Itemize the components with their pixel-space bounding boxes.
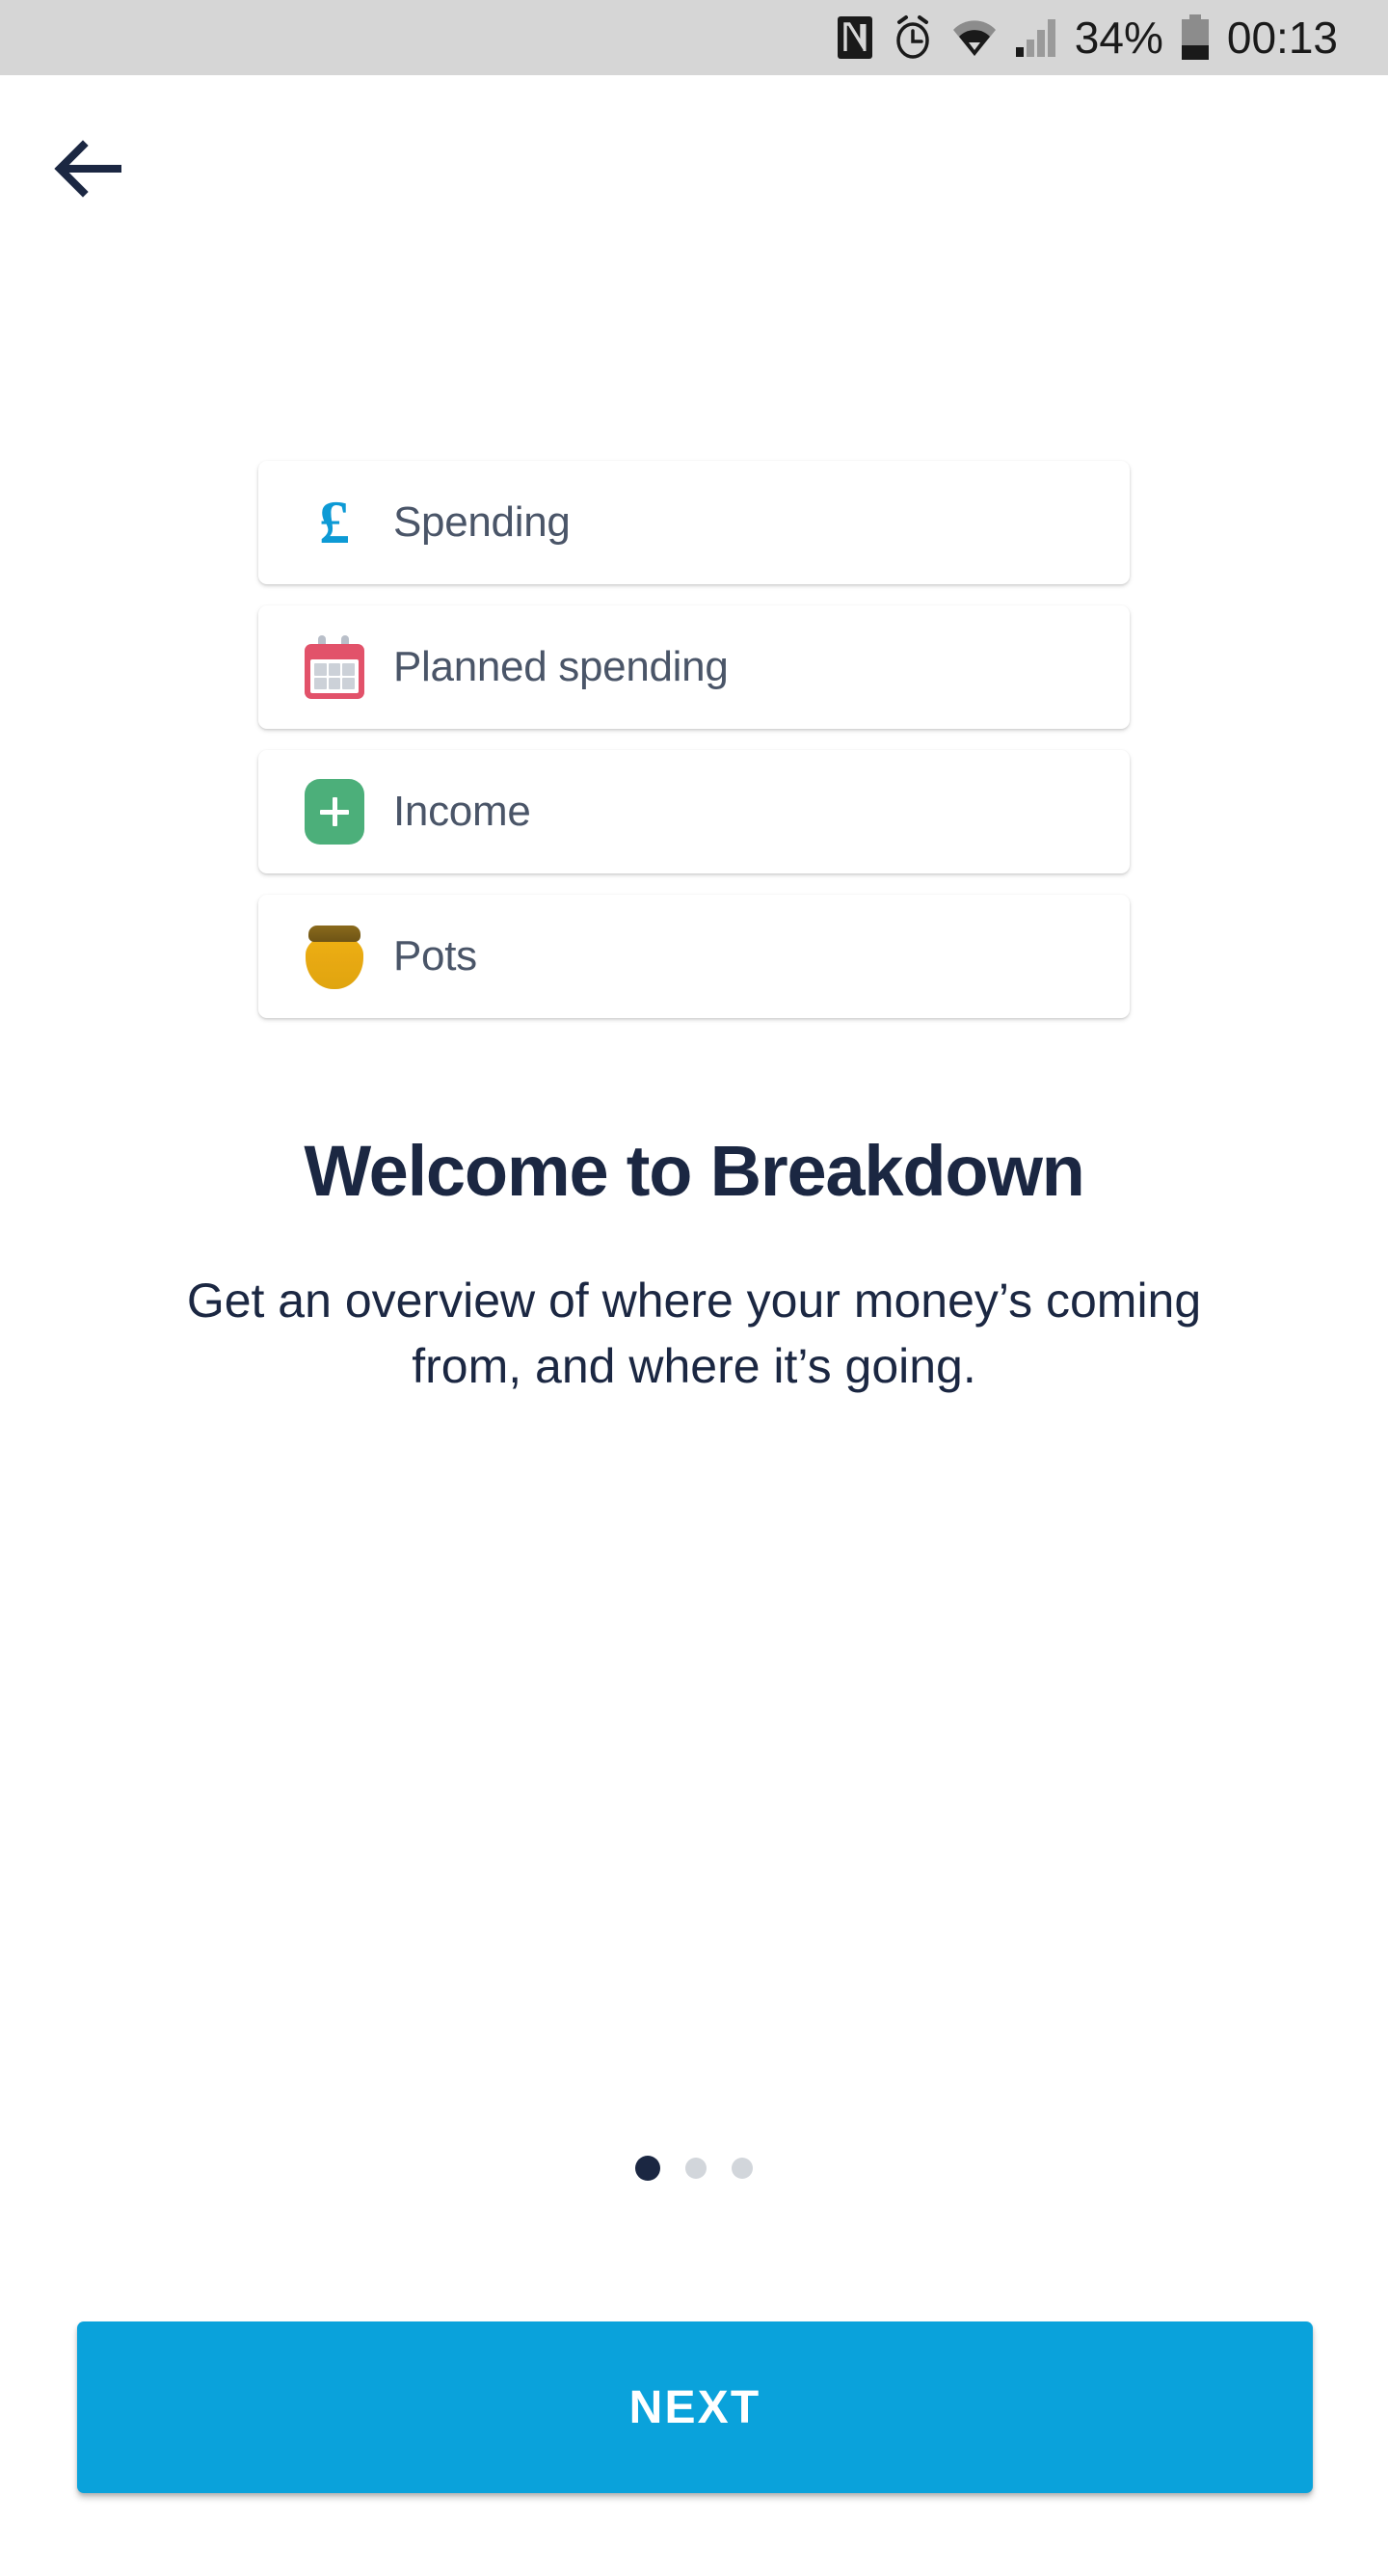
feature-card-label: Planned spending bbox=[393, 642, 729, 690]
battery-percent-label: 34% bbox=[1074, 13, 1163, 63]
pagination-dot-1[interactable] bbox=[635, 2156, 660, 2181]
onboarding-screen: 34% 00:13 £ Spending Planned spending In… bbox=[0, 0, 1388, 2576]
back-arrow-icon bbox=[54, 139, 127, 201]
feature-card-income[interactable]: Income bbox=[258, 750, 1130, 873]
feature-card-pots[interactable]: Pots bbox=[258, 895, 1130, 1018]
feature-card-spending[interactable]: £ Spending bbox=[258, 461, 1130, 584]
feature-card-list: £ Spending Planned spending Income Pots bbox=[0, 461, 1388, 1018]
battery-icon bbox=[1181, 14, 1210, 61]
calendar-icon bbox=[299, 635, 370, 699]
nfc-icon bbox=[836, 15, 874, 60]
honey-pot-icon bbox=[299, 924, 370, 989]
pagination-dots bbox=[0, 2156, 1388, 2181]
next-button[interactable]: NEXT bbox=[77, 2321, 1313, 2493]
alarm-clock-icon bbox=[892, 14, 934, 61]
pagination-dot-2[interactable] bbox=[685, 2158, 707, 2179]
pagination-dot-3[interactable] bbox=[732, 2158, 753, 2179]
pound-sterling-icon: £ bbox=[319, 488, 350, 556]
cellular-signal-icon bbox=[1015, 17, 1057, 58]
page-description: Get an overview of where your money’s co… bbox=[186, 1273, 1202, 1393]
back-button[interactable] bbox=[54, 121, 160, 218]
feature-card-label: Spending bbox=[393, 497, 571, 546]
feature-card-label: Pots bbox=[393, 931, 477, 979]
app-header bbox=[0, 75, 1388, 220]
plus-icon bbox=[299, 779, 370, 845]
feature-card-planned-spending[interactable]: Planned spending bbox=[258, 605, 1130, 729]
clock-label: 00:13 bbox=[1226, 13, 1338, 63]
status-bar: 34% 00:13 bbox=[0, 0, 1388, 75]
feature-card-label: Income bbox=[393, 787, 531, 835]
page-title: Welcome to Breakdown bbox=[304, 1131, 1085, 1211]
wifi-icon bbox=[951, 17, 998, 58]
